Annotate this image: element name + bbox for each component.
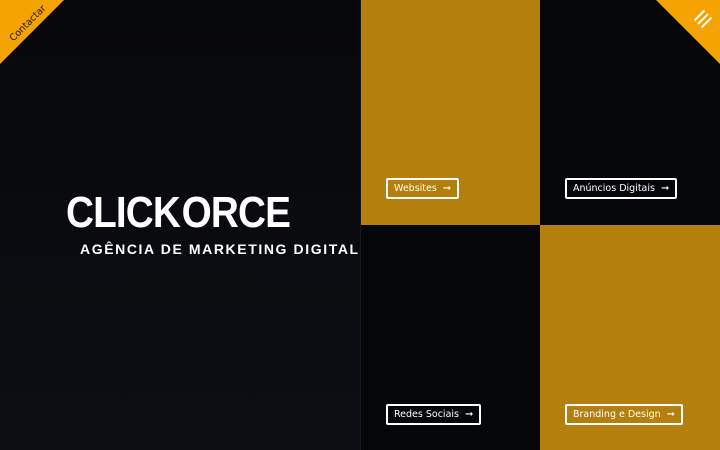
contact-corner-triangle — [0, 0, 64, 64]
clickforce-logo[interactable]: CLICK ORCE AGÊNCIA DE MARKETING DIGITAL — [66, 188, 360, 258]
logo-wordmark: CLICK ORCE — [66, 188, 291, 237]
redes-sociais-button[interactable]: Redes Sociais ➞ — [386, 404, 482, 425]
menu-corner-triangle — [656, 0, 720, 64]
branding-design-button[interactable]: Branding e Design ➞ — [565, 404, 684, 425]
contact-corner-button[interactable]: Contactar — [0, 0, 64, 64]
menu-corner-button[interactable] — [656, 0, 720, 64]
websites-button[interactable]: Websites ➞ — [386, 178, 460, 199]
logo-tagline: AGÊNCIA DE MARKETING DIGITAL — [80, 241, 360, 257]
service-tile-branding-design[interactable]: Branding e Design ➞ — [540, 225, 720, 450]
arrow-right-icon: ➞ — [464, 408, 474, 420]
branding-design-button-label: Branding e Design — [573, 409, 661, 420]
anuncios-digitais-button[interactable]: Anúncios Digitais ➞ — [565, 178, 678, 199]
service-tile-redes-sociais[interactable]: Redes Sociais ➞ — [361, 225, 541, 450]
page: CLICK ORCE AGÊNCIA DE MARKETING DIGITAL … — [0, 0, 720, 450]
logo-text-right: ORCE — [181, 188, 291, 237]
arrow-right-icon: ➞ — [666, 408, 676, 420]
redes-sociais-button-label: Redes Sociais — [394, 409, 459, 420]
service-tile-websites[interactable]: Websites ➞ — [361, 0, 541, 225]
websites-button-label: Websites — [394, 183, 437, 194]
arrow-right-icon: ➞ — [660, 182, 670, 194]
anuncios-digitais-button-label: Anúncios Digitais — [573, 183, 655, 194]
logo-text-left: CLICK — [66, 188, 181, 237]
arrow-right-icon: ➞ — [442, 182, 452, 194]
hero-panel: CLICK ORCE AGÊNCIA DE MARKETING DIGITAL — [0, 0, 361, 450]
